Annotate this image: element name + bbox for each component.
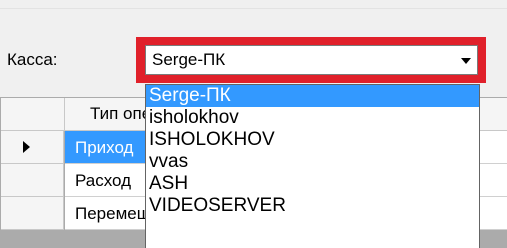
dropdown-item[interactable]: ISHOLOKHOV	[146, 129, 479, 151]
row-header[interactable]	[1, 131, 64, 164]
kassa-dropdown-list[interactable]: Serge-ПК isholokhov ISHOLOKHOV vvas ASH …	[145, 84, 480, 248]
dropdown-arrow-icon[interactable]	[461, 58, 471, 64]
cell-text: Приход	[75, 138, 134, 157]
cell-text: Расход	[75, 171, 132, 190]
row-header[interactable]	[1, 197, 64, 230]
kassa-combobox[interactable]: Serge-ПК	[145, 45, 478, 75]
dropdown-item[interactable]: vvas	[146, 151, 479, 173]
top-divider	[0, 8, 507, 9]
kassa-label: Касса:	[7, 50, 58, 69]
dropdown-item[interactable]: ASH	[146, 173, 479, 195]
dropdown-item[interactable]: Serge-ПК	[146, 85, 479, 107]
dropdown-item[interactable]: isholokhov	[146, 107, 479, 129]
current-row-arrow-icon	[23, 141, 30, 153]
grid-corner-header[interactable]	[1, 98, 65, 131]
combo-selected-value: Serge-ПК	[152, 50, 226, 69]
dropdown-item[interactable]: VIDEOSERVER	[146, 195, 479, 217]
row-header[interactable]	[1, 164, 64, 197]
